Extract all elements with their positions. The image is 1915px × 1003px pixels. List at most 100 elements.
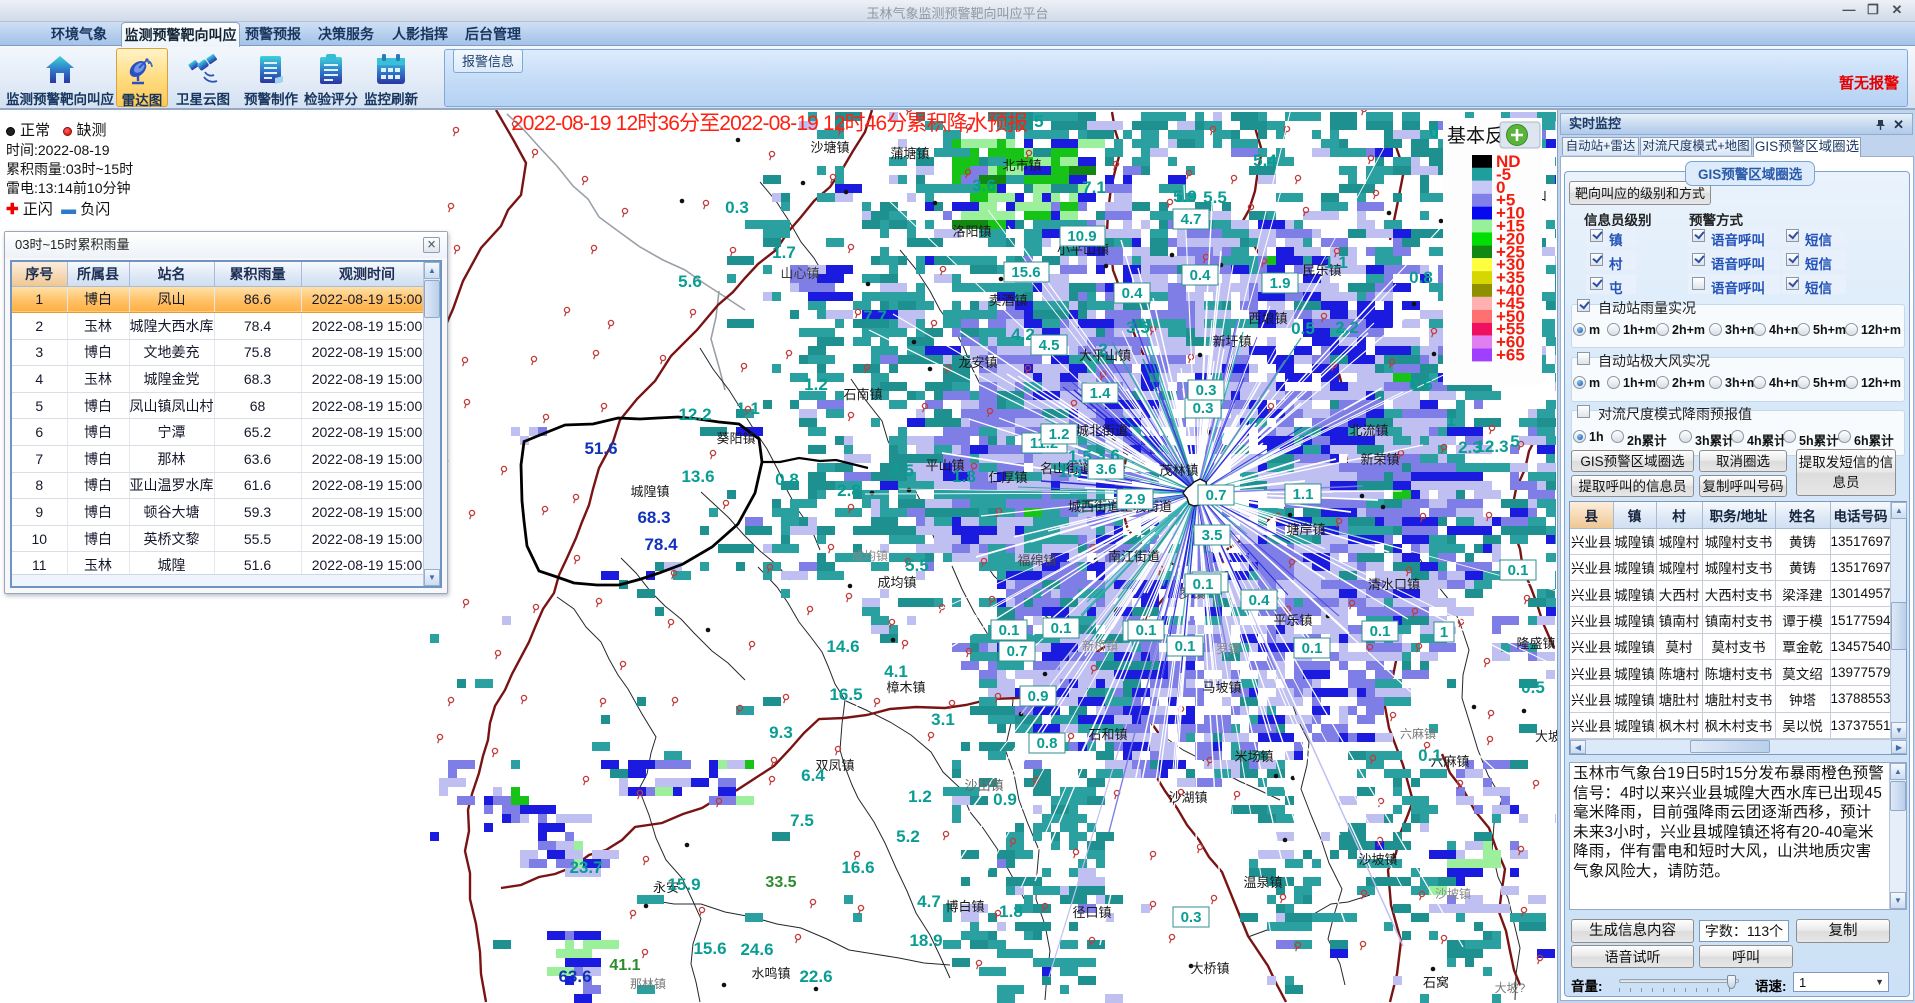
svg-text:1.2: 1.2 xyxy=(1049,426,1070,443)
svg-text:0.3: 0.3 xyxy=(1181,909,1202,926)
svg-text:7.1: 7.1 xyxy=(1082,178,1106,197)
svg-text:城隍镇: 城隍镇 xyxy=(630,484,669,499)
svg-text:博白镇: 博白镇 xyxy=(945,899,984,914)
svg-text:2.8: 2.8 xyxy=(837,481,861,500)
svg-text:5.2: 5.2 xyxy=(896,827,920,846)
svg-text:+65: +65 xyxy=(1496,346,1525,365)
svg-text:41.1: 41.1 xyxy=(609,957,640,974)
svg-text:4.5: 4.5 xyxy=(1039,337,1060,354)
svg-text:0.1: 0.1 xyxy=(1302,640,1323,657)
svg-text:5.5: 5.5 xyxy=(1203,188,1227,207)
svg-text:14.6: 14.6 xyxy=(826,637,859,656)
svg-text:12.2: 12.2 xyxy=(678,405,711,424)
svg-text:5.4: 5.4 xyxy=(1253,151,1277,170)
svg-text:0.4: 0.4 xyxy=(1249,592,1271,609)
svg-text:那林镇: 那林镇 xyxy=(630,977,666,991)
svg-text:18.9: 18.9 xyxy=(909,931,942,950)
svg-text:4.1: 4.1 xyxy=(884,662,908,681)
svg-text:22.6: 22.6 xyxy=(799,967,832,986)
svg-text:0.9: 0.9 xyxy=(993,790,1017,809)
svg-text:山心镇: 山心镇 xyxy=(780,266,819,281)
svg-text:13.6: 13.6 xyxy=(681,467,714,486)
svg-text:7.7: 7.7 xyxy=(863,307,887,326)
svg-text:0.8: 0.8 xyxy=(775,470,799,489)
svg-text:葵阳镇: 葵阳镇 xyxy=(716,431,755,446)
svg-text:1.9: 1.9 xyxy=(1270,275,1291,292)
svg-text:1.1: 1.1 xyxy=(1293,486,1314,503)
svg-text:西埌镇: 西埌镇 xyxy=(1248,311,1287,326)
svg-text:16.6: 16.6 xyxy=(841,858,874,877)
svg-text:1.8: 1.8 xyxy=(952,467,976,486)
svg-text:1.1: 1.1 xyxy=(1324,253,1348,272)
svg-text:0.6: 0.6 xyxy=(1409,375,1433,394)
svg-text:15.6: 15.6 xyxy=(693,939,726,958)
svg-text:温泉镇: 温泉镇 xyxy=(1243,875,1282,890)
svg-text:0.3: 0.3 xyxy=(1193,400,1214,417)
svg-text:1.7: 1.7 xyxy=(772,243,796,262)
svg-text:塘岸镇: 塘岸镇 xyxy=(1286,522,1325,537)
svg-text:成均镇: 成均镇 xyxy=(852,549,888,563)
svg-text:0.5: 0.5 xyxy=(1521,678,1545,697)
svg-text:基本反: 基本反 xyxy=(1447,125,1504,147)
svg-text:径口镇: 径口镇 xyxy=(1072,905,1111,920)
svg-text:0.1: 0.1 xyxy=(1136,622,1157,639)
svg-text:0.8: 0.8 xyxy=(1037,735,1058,752)
svg-text:1.1: 1.1 xyxy=(736,399,760,418)
svg-text:沙坡镇: 沙坡镇 xyxy=(1358,852,1397,867)
svg-text:石南镇: 石南镇 xyxy=(843,387,882,402)
svg-text:成均镇: 成均镇 xyxy=(877,575,916,590)
svg-text:石和镇: 石和镇 xyxy=(1088,727,1127,742)
svg-text:2: 2 xyxy=(1098,340,1107,359)
svg-text:3.6: 3.6 xyxy=(972,176,996,195)
svg-text:水鸣镇: 水鸣镇 xyxy=(751,966,790,981)
svg-text:南江街道: 南江街道 xyxy=(1108,549,1160,564)
svg-text:1: 1 xyxy=(1446,411,1455,430)
svg-text:4.7: 4.7 xyxy=(1181,211,1202,228)
svg-text:2022-08-19 12时36分至2022-08-19 1: 2022-08-19 12时36分至2022-08-19 12时46分累积降水预… xyxy=(512,112,1028,135)
svg-text:茂林镇: 茂林镇 xyxy=(1159,463,1198,478)
svg-text:1.2: 1.2 xyxy=(804,375,828,394)
svg-text:蒲塘镇: 蒲塘镇 xyxy=(890,146,929,161)
svg-text:福绵镇: 福绵镇 xyxy=(1017,553,1056,568)
svg-text:10.9: 10.9 xyxy=(1067,228,1096,245)
svg-text:樟木镇: 樟木镇 xyxy=(886,680,925,695)
svg-text:龙安镇: 龙安镇 xyxy=(958,355,997,370)
svg-text:0.1: 0.1 xyxy=(1418,746,1442,765)
svg-text:2.3: 2.3 xyxy=(1458,438,1482,457)
svg-text:16.5: 16.5 xyxy=(829,685,862,704)
svg-text:0.1: 0.1 xyxy=(1370,623,1391,640)
svg-text:0: 0 xyxy=(1429,123,1438,142)
svg-text:0.1: 0.1 xyxy=(1193,576,1214,593)
svg-text:0.3: 0.3 xyxy=(725,198,749,217)
svg-text:5.9: 5.9 xyxy=(1173,187,1197,206)
svg-text:4.7: 4.7 xyxy=(917,892,941,911)
svg-text:78.4: 78.4 xyxy=(644,535,678,554)
svg-text:卖酒镇: 卖酒镇 xyxy=(988,293,1027,308)
svg-text:0.4: 0.4 xyxy=(1122,285,1144,302)
svg-text:新桥镇: 新桥镇 xyxy=(1082,638,1118,653)
svg-text:1.8: 1.8 xyxy=(999,902,1023,921)
svg-text:23.7: 23.7 xyxy=(569,858,602,877)
svg-text:六麻镇: 六麻镇 xyxy=(1400,726,1436,741)
svg-text:63.6: 63.6 xyxy=(558,967,591,986)
svg-text:0.4: 0.4 xyxy=(1190,267,1212,284)
svg-text:0.7: 0.7 xyxy=(1206,487,1227,504)
svg-text:3.5: 3.5 xyxy=(1126,318,1150,337)
svg-text:0.1: 0.1 xyxy=(1508,562,1529,579)
svg-text:洛阳镇: 洛阳镇 xyxy=(952,224,991,239)
svg-text:3.5: 3.5 xyxy=(1202,527,1223,544)
svg-text:15.6: 15.6 xyxy=(1011,264,1040,281)
svg-text:马坡镇: 马坡镇 xyxy=(1202,680,1241,695)
svg-text:北市镇: 北市镇 xyxy=(1002,158,1041,173)
svg-text:北流镇: 北流镇 xyxy=(1349,423,1388,438)
svg-text:0.7: 0.7 xyxy=(1007,643,1028,660)
svg-text:15.9: 15.9 xyxy=(667,875,700,894)
svg-text:1.2: 1.2 xyxy=(908,787,932,806)
svg-text:2.9: 2.9 xyxy=(1125,491,1146,508)
svg-text:仁厚镇: 仁厚镇 xyxy=(988,470,1027,485)
svg-text:石窝: 石窝 xyxy=(1423,975,1449,990)
svg-text:大桥镇: 大桥镇 xyxy=(1190,961,1229,976)
svg-text:5.5: 5.5 xyxy=(905,556,929,575)
svg-text:1: 1 xyxy=(1440,624,1448,641)
svg-text:罗镇: 罗镇 xyxy=(1216,642,1240,656)
